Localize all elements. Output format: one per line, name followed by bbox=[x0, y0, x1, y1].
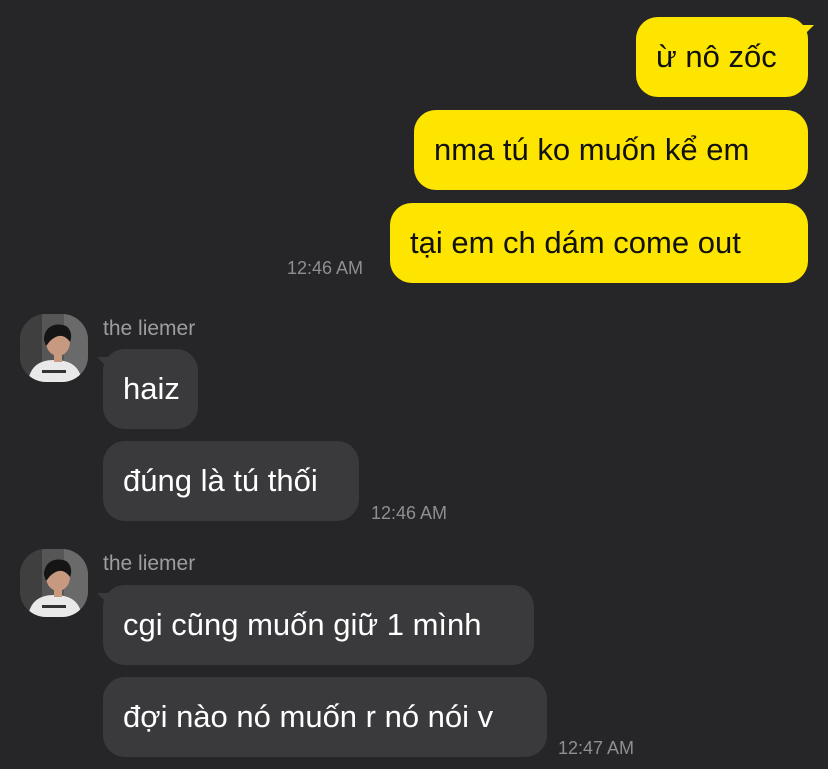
message-text: tại em ch dám come out bbox=[410, 225, 741, 260]
outgoing-message[interactable]: ừ nô zốc bbox=[636, 17, 814, 97]
message-timestamp: 12:46 AM bbox=[371, 503, 448, 523]
profile-photo-icon bbox=[20, 314, 88, 382]
outgoing-message[interactable]: nma tú ko muốn kể em bbox=[414, 110, 808, 190]
sender-name: the liemer bbox=[103, 317, 196, 340]
message-text: haiz bbox=[123, 371, 180, 406]
profile-photo-icon bbox=[20, 549, 88, 617]
outgoing-message[interactable]: tại em ch dám come out bbox=[390, 203, 808, 283]
message-text: đợi nào nó muốn r nó nói v bbox=[123, 699, 494, 734]
message-text: ừ nô zốc bbox=[656, 39, 777, 74]
avatar[interactable] bbox=[20, 314, 88, 382]
message-text: nma tú ko muốn kể em bbox=[434, 132, 750, 167]
incoming-message[interactable]: cgi cũng muốn giữ 1 mình bbox=[97, 585, 534, 665]
avatar[interactable] bbox=[20, 549, 88, 617]
incoming-message[interactable]: đợi nào nó muốn r nó nói v bbox=[103, 677, 547, 757]
incoming-message[interactable]: đúng là tú thối bbox=[103, 441, 359, 521]
message-timestamp: 12:46 AM bbox=[287, 258, 364, 278]
message-text: đúng là tú thối bbox=[123, 463, 318, 498]
incoming-message[interactable]: haiz bbox=[97, 349, 198, 429]
message-text: cgi cũng muốn giữ 1 mình bbox=[123, 607, 482, 642]
sender-name: the liemer bbox=[103, 552, 196, 575]
chat-thread[interactable]: ừ nô zốc nma tú ko muốn kể em tại em ch … bbox=[0, 0, 828, 769]
message-timestamp: 12:47 AM bbox=[558, 738, 635, 758]
